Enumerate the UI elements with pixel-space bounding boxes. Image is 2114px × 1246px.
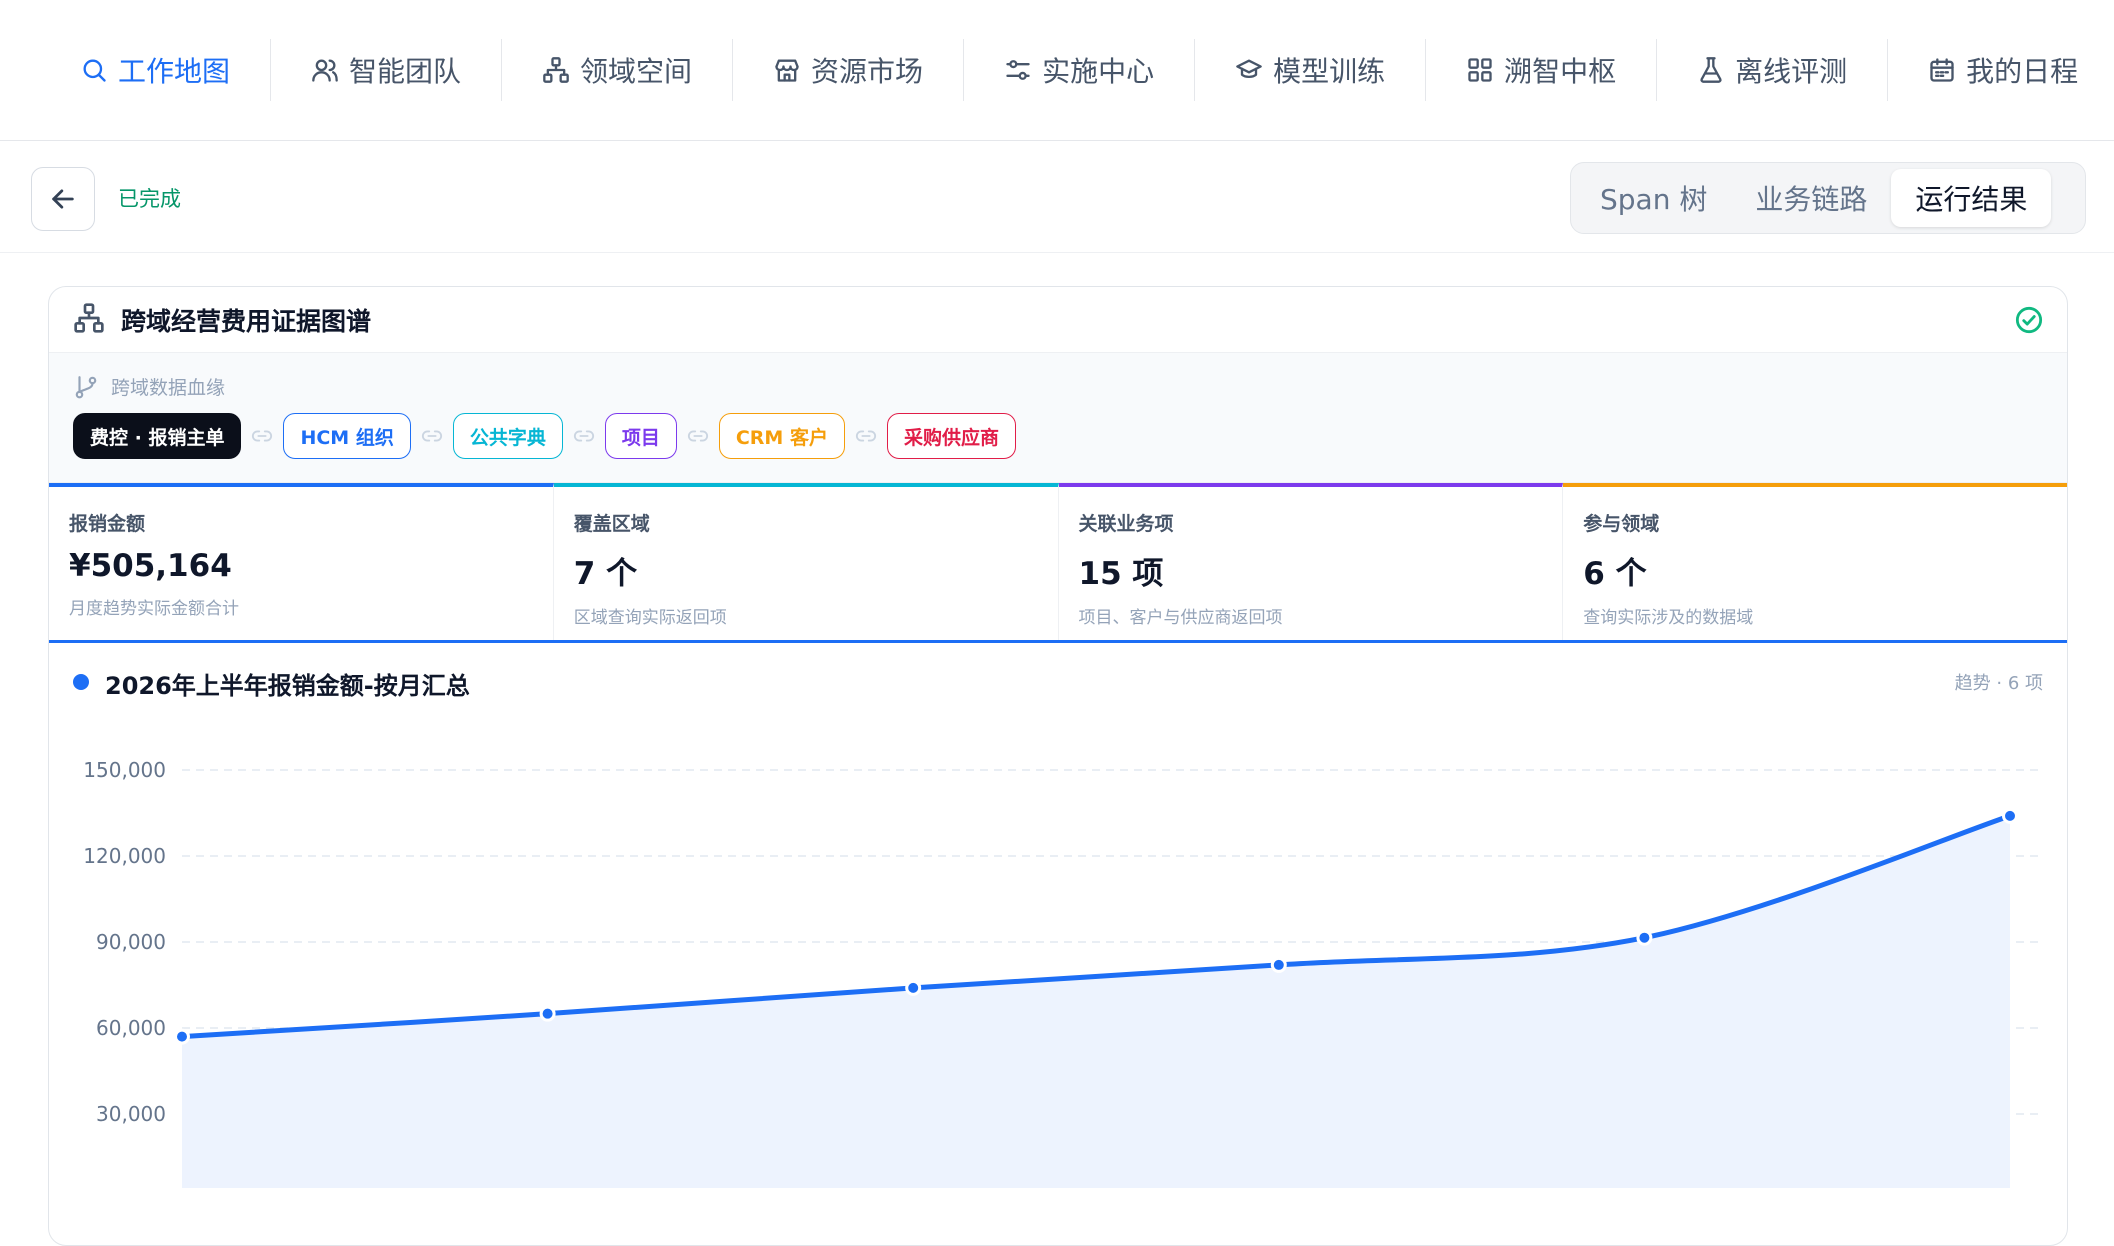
data-point[interactable] — [174, 1028, 190, 1045]
data-point[interactable] — [539, 1005, 556, 1022]
data-point[interactable] — [1270, 956, 1287, 973]
data-point[interactable] — [1636, 929, 1653, 946]
expense-trend-chart: 150,000 120,000 90,000 60,000 30,000 — [83, 758, 2044, 1188]
y-tick-label: 120,000 — [83, 844, 166, 868]
y-tick-label: 60,000 — [96, 1016, 166, 1040]
data-point[interactable] — [905, 979, 922, 996]
y-tick-label: 30,000 — [96, 1102, 166, 1126]
data-point[interactable] — [2002, 807, 2018, 824]
y-tick-label: 150,000 — [83, 758, 166, 782]
y-tick-label: 90,000 — [96, 930, 166, 954]
series-area — [182, 815, 2010, 1188]
